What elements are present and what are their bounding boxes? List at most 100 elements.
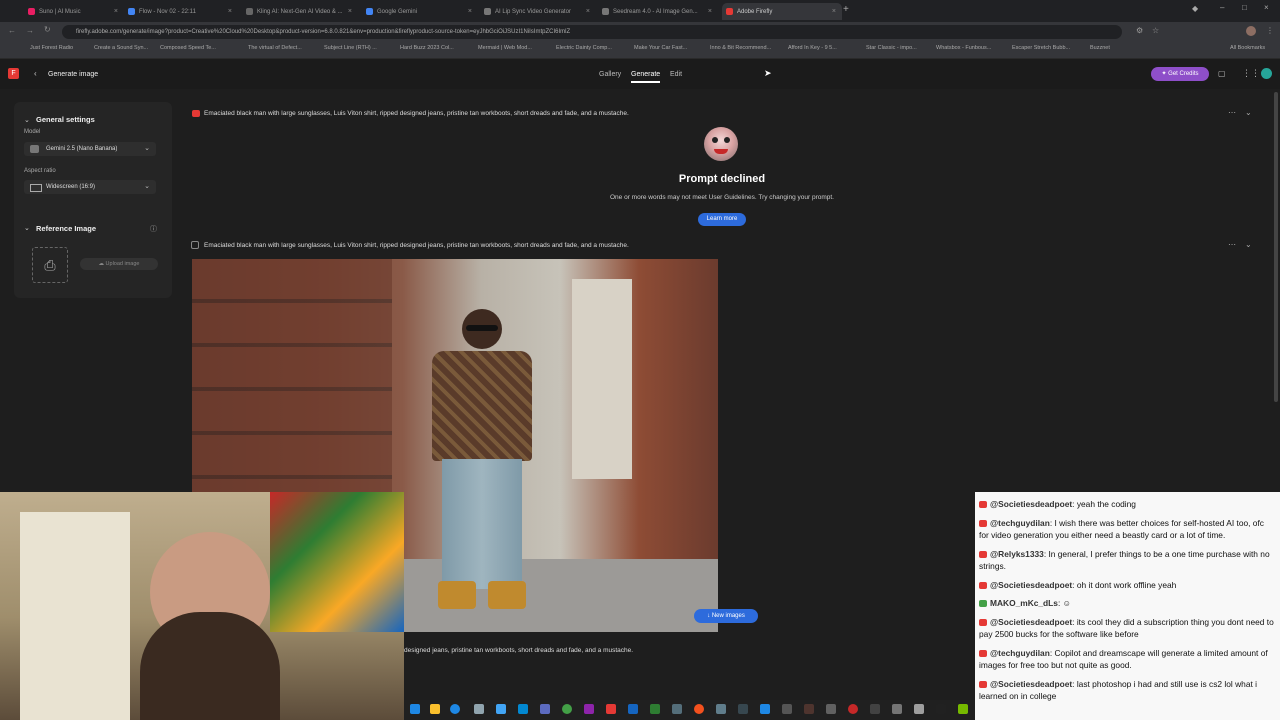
tab-gallery[interactable]: Gallery [599, 71, 621, 78]
learn-more-button[interactable]: Learn more [698, 213, 746, 226]
more-options-icon[interactable]: ⋯ [1228, 108, 1236, 117]
taskbar-app-icon[interactable] [738, 704, 748, 714]
model-select[interactable]: Gemini 2.5 (Nano Banana) ⌄ [24, 142, 156, 156]
maximize-icon[interactable]: □ [1242, 3, 1247, 12]
close-tab-icon[interactable]: × [708, 8, 718, 15]
image-placeholder-icon[interactable]: ⎙ [32, 247, 68, 283]
more-options-icon[interactable]: ⋯ [1228, 240, 1236, 249]
bookmark[interactable]: Inno & Bit Recommend... [710, 45, 771, 51]
chat-icon[interactable]: ▢ [1218, 69, 1226, 78]
bookmark[interactable]: Subject Line (RTH) ... [324, 45, 377, 51]
get-credits-button[interactable]: ✦ Get Credits [1151, 67, 1209, 81]
bookmark-star-icon[interactable]: ☆ [1152, 26, 1159, 35]
taskbar-app-icon[interactable] [804, 704, 814, 714]
new-tab-icon[interactable]: + [843, 4, 849, 15]
upload-image-button[interactable]: ☁ Upload image [80, 258, 158, 270]
taskbar-app-icon[interactable] [826, 704, 836, 714]
bookmark[interactable]: Composed Speed Te... [160, 45, 216, 51]
tab-edit[interactable]: Edit [670, 71, 682, 78]
taskbar-app-icon[interactable] [716, 704, 726, 714]
back-arrow-icon[interactable]: ‹ [34, 69, 37, 78]
close-window-icon[interactable]: × [1264, 3, 1269, 12]
scrollbar[interactable] [1274, 92, 1278, 402]
bookmark[interactable]: Electric Dainty Comp... [556, 45, 612, 51]
close-tab-icon[interactable]: × [586, 8, 596, 15]
extension-icon[interactable]: ⚙ [1136, 26, 1143, 35]
prompt-input[interactable]: designed jeans, pristine tan workboots, … [404, 647, 633, 654]
taskbar-app-icon[interactable] [474, 704, 484, 714]
browser-tab[interactable]: Seedream 4.0 - AI Image Gen... × [602, 3, 718, 20]
close-tab-icon[interactable]: × [832, 8, 842, 15]
taskbar-app-icon[interactable] [892, 704, 902, 714]
prompt-input-area[interactable]: designed jeans, pristine tan workboots, … [404, 640, 975, 686]
kick-icon [979, 600, 987, 608]
browser-tab[interactable]: Flow - Nov 02 - 22:11 × [128, 3, 238, 20]
close-tab-icon[interactable]: × [114, 8, 124, 15]
taskbar-app-icon[interactable] [540, 704, 550, 714]
bookmark[interactable]: Buzznet [1090, 45, 1110, 51]
minimize-icon[interactable]: – [1220, 3, 1224, 12]
taskbar-app-icon[interactable] [650, 704, 660, 714]
info-icon[interactable]: ⓘ [150, 224, 157, 234]
eye-icon [712, 137, 718, 143]
close-tab-icon[interactable]: × [468, 8, 478, 15]
taskbar-app-icon[interactable] [760, 704, 770, 714]
bookmark[interactable]: Star Classic - impo... [866, 45, 917, 51]
taskbar-app-icon[interactable] [870, 704, 880, 714]
streamer-beard [140, 612, 280, 720]
youtube-icon [979, 501, 987, 509]
bookmark[interactable]: Hard Buzz 2023 Col... [400, 45, 454, 51]
bookmark[interactable]: Create a Sound Syn... [94, 45, 148, 51]
chevron-down-icon[interactable]: ⌄ [1245, 108, 1252, 117]
folder-icon[interactable] [430, 704, 440, 714]
browser-tab[interactable]: Kling AI: Next-Gen AI Video & ... × [246, 3, 358, 20]
taskbar-app-icon[interactable] [848, 704, 858, 714]
bookmark[interactable]: Afford In Key - 9 5... [788, 45, 837, 51]
more-menu-icon[interactable]: ⋮ [1266, 26, 1274, 35]
back-icon[interactable]: ← [8, 26, 16, 35]
collapse-chevron-icon[interactable]: ⌄ [24, 116, 30, 124]
address-bar[interactable]: firefly.adobe.com/generate/image?product… [62, 25, 1122, 39]
browser-tab[interactable]: Suno | AI Music × [28, 3, 124, 20]
taskbar-app-icon[interactable] [672, 704, 682, 714]
bookmark[interactable]: Whatsbox - Funbous... [936, 45, 991, 51]
firefly-logo-icon[interactable]: F [8, 68, 19, 79]
aspect-ratio-select[interactable]: Widescreen (16:9) ⌄ [24, 180, 156, 194]
forward-icon[interactable]: → [26, 26, 34, 35]
building-center [572, 279, 632, 479]
reload-icon[interactable]: ↻ [44, 25, 51, 34]
ripped-jeans [442, 459, 522, 589]
browser-tab-active[interactable]: Adobe Firefly × [722, 3, 842, 20]
spotify-icon[interactable] [562, 704, 572, 714]
taskbar-app-icon[interactable] [606, 704, 616, 714]
taskbar-app-icon[interactable] [782, 704, 792, 714]
taskbar-app-icon[interactable] [936, 704, 946, 714]
new-images-button[interactable]: ↓ New images [694, 609, 758, 623]
close-tab-icon[interactable]: × [348, 8, 358, 15]
taskbar-app-icon[interactable] [410, 704, 420, 714]
taskbar-app-icon[interactable] [518, 704, 528, 714]
taskbar-app-icon[interactable] [496, 704, 506, 714]
browser-tab[interactable]: Google Gemini × [366, 3, 478, 20]
apps-grid-icon[interactable]: ⋮⋮ [1242, 68, 1260, 79]
bookmark[interactable]: Make Your Car Fast... [634, 45, 687, 51]
chrome-icon[interactable] [694, 704, 704, 714]
edge-icon[interactable] [450, 704, 460, 714]
profile-icon[interactable]: ◆ [1192, 4, 1198, 13]
collapse-chevron-icon[interactable]: ⌄ [24, 224, 30, 232]
taskbar-app-icon[interactable] [628, 704, 638, 714]
user-avatar[interactable] [1261, 68, 1272, 79]
chevron-down-icon[interactable]: ⌄ [1245, 240, 1252, 249]
bookmark[interactable]: The virtual of Defect... [248, 45, 302, 51]
tab-generate[interactable]: Generate [631, 71, 661, 83]
bookmark[interactable]: All Bookmarks [1230, 45, 1265, 51]
bookmark[interactable]: Mermaid | Web Mod... [478, 45, 532, 51]
close-tab-icon[interactable]: × [228, 8, 238, 15]
bookmark[interactable]: Just Forest Radio [30, 45, 73, 51]
avatar[interactable] [1246, 26, 1256, 36]
taskbar-app-icon[interactable] [914, 704, 924, 714]
bookmark[interactable]: Escaper Stretch Bubb... [1012, 45, 1070, 51]
taskbar-app-icon[interactable] [584, 704, 594, 714]
nvidia-icon[interactable] [958, 704, 968, 714]
browser-tab[interactable]: AI Lip Sync Video Generator × [484, 3, 596, 20]
